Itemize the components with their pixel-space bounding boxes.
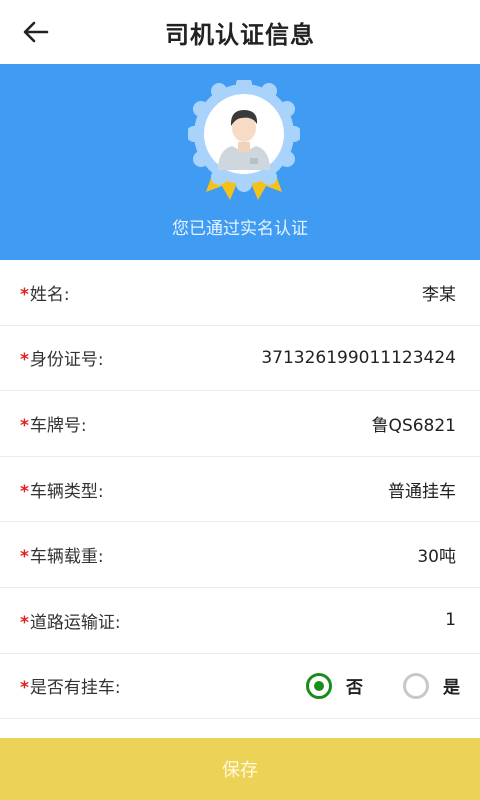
verification-status-text: 您已通过实名认证 bbox=[172, 219, 308, 239]
id-number-value: 371326199011123424 bbox=[261, 347, 456, 368]
trailer-no-radio[interactable]: 否 bbox=[306, 672, 363, 699]
radio-unchecked-icon bbox=[403, 672, 429, 699]
trailer-radio-group: 否 是 bbox=[266, 672, 460, 699]
id-number-label: 身份证号: bbox=[29, 350, 104, 371]
required-mark: * bbox=[20, 612, 29, 633]
field-name-row: *姓名: 李某 bbox=[0, 260, 480, 326]
required-mark: * bbox=[20, 415, 29, 436]
back-button[interactable] bbox=[18, 14, 54, 50]
field-trailer-row: *是否有挂车: 否 是 bbox=[0, 654, 480, 720]
field-transport-permit-row: *道路运输证: 1 bbox=[0, 588, 480, 654]
arrow-left-icon bbox=[23, 21, 49, 43]
required-mark: * bbox=[20, 678, 29, 699]
verified-user-badge-icon bbox=[188, 80, 300, 200]
driver-info-list: *姓名: 李某 *身份证号: 371326199011123424 *车牌号: … bbox=[0, 260, 480, 720]
vehicle-type-label: 车辆类型: bbox=[29, 481, 104, 502]
field-plate-row: *车牌号: 鲁QS6821 bbox=[0, 391, 480, 457]
save-button[interactable]: 保存 bbox=[0, 738, 480, 800]
required-mark: * bbox=[20, 350, 29, 371]
load-value: 30吨 bbox=[417, 547, 456, 568]
name-label: 姓名: bbox=[29, 284, 70, 305]
field-load-row: *车辆载重: 30吨 bbox=[0, 522, 480, 588]
trailer-no-label: 否 bbox=[346, 678, 363, 699]
page-title: 司机认证信息 bbox=[165, 20, 315, 49]
verification-banner: 您已通过实名认证 bbox=[0, 64, 480, 260]
transport-permit-value: 1 bbox=[445, 610, 456, 631]
field-vehicle-type-row: *车辆类型: 普通挂车 bbox=[0, 457, 480, 523]
load-label: 车辆载重: bbox=[29, 547, 104, 568]
transport-permit-label: 道路运输证: bbox=[29, 612, 121, 633]
radio-checked-icon bbox=[306, 672, 332, 699]
field-id-number-row: *身份证号: 371326199011123424 bbox=[0, 326, 480, 392]
trailer-yes-label: 是 bbox=[443, 678, 460, 699]
name-value: 李某 bbox=[422, 284, 456, 305]
plate-label: 车牌号: bbox=[29, 415, 87, 436]
vehicle-type-value: 普通挂车 bbox=[388, 481, 456, 502]
plate-value: 鲁QS6821 bbox=[371, 415, 456, 436]
trailer-yes-radio[interactable]: 是 bbox=[403, 672, 460, 699]
required-mark: * bbox=[20, 481, 29, 502]
app-header: 司机认证信息 bbox=[0, 0, 480, 64]
required-mark: * bbox=[20, 547, 29, 568]
trailer-label: 是否有挂车: bbox=[29, 678, 121, 699]
required-mark: * bbox=[20, 284, 29, 305]
